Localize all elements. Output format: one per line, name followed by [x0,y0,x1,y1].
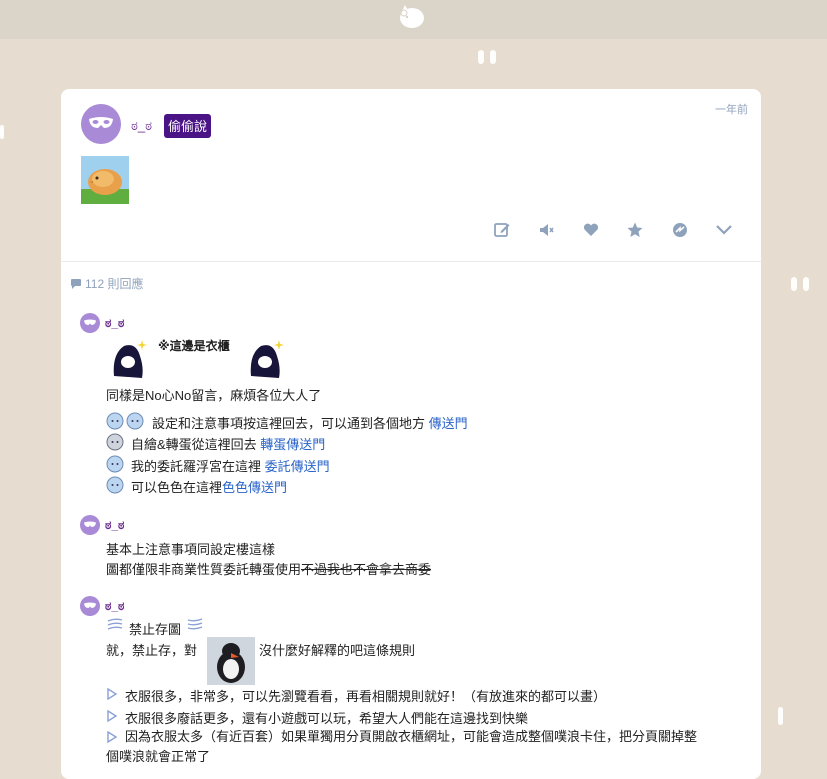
list-item: 個噗浪就會正常了 [106,749,211,764]
decoration [791,277,797,291]
list-item-text: 我的委託羅浮宮在這裡 [131,459,262,474]
mask-icon [84,521,96,527]
avatar[interactable] [81,104,121,144]
portal-link[interactable]: 傳送門 [429,416,468,431]
decoration [778,707,783,725]
reply-text: 同樣是No心No留言，麻煩各位大人了 [106,388,322,403]
reply-avatar[interactable] [80,596,100,616]
reply-author[interactable]: ಠ_ಠ [105,316,124,331]
mask-icon [84,602,96,608]
wind-lines-icon [107,618,123,630]
decoration [0,125,4,139]
chibi-face-icon [106,455,124,473]
status-badge: 偷偷說 [164,114,212,138]
list-item: 設定和注意事項按這裡回去，可以通到各個地方 傳送門 [152,413,468,432]
list-item-text: 自繪&轉蛋從這裡回去 [131,437,257,452]
cat-face-logo-icon[interactable] [396,3,426,29]
reply-text: 沒什麼好解釋的吧這條規則 [259,643,416,658]
penguin-sticker-icon [250,340,284,378]
post-card: ಠ_ಠ 偷偷說 一年前 112 則回應 ಠ_ಠ ※這邊是衣櫃 同樣是No心No留… [61,89,761,779]
penguin-photo-sticker [207,637,255,685]
edit-icon[interactable] [493,221,511,239]
chibi-face-icon [106,412,124,430]
reply-title: ※這邊是衣櫃 [158,339,230,353]
chibi-face-icon [126,412,144,430]
post-time[interactable]: 一年前 [715,101,748,117]
commission-portal-link[interactable]: 委託傳送門 [265,459,330,474]
nsfw-portal-link[interactable]: 色色傳送門 [222,480,287,495]
list-item: 衣服很多廢話更多，還有小遊戲可以玩，希望大人們能在這邊找到快樂 [125,711,529,726]
reply-text: 圖都僅限非商業性質委託轉蛋使用不過我也不會拿去商委 [106,559,431,578]
gacha-portal-link[interactable]: 轉蛋傳送門 [260,437,325,452]
chibi-face-icon [106,433,124,451]
comment-icon [71,279,81,289]
divider [61,261,761,262]
mute-icon[interactable] [537,221,555,239]
expand-icon[interactable] [715,221,733,239]
top-bar [0,0,827,39]
play-bullet-icon [107,731,118,743]
reply-text-plain: 圖都僅限非商業性質委託轉蛋使用 [106,562,302,577]
reply-author[interactable]: ಠ_ಠ [105,599,124,614]
like-icon[interactable] [582,221,600,239]
strikethrough-text: 不過我也不會拿去商委 [301,562,432,577]
mask-icon [89,117,113,128]
list-item-text: 可以色色在這裡 [131,480,223,495]
list-item: 因為衣服太多（有近百套）如果單獨用分頁開啟衣櫃網址，可能會造成整個噗浪卡住，把分… [125,729,698,744]
mask-icon [84,319,96,325]
favorite-icon[interactable] [626,221,644,239]
list-item: 衣服很多，非常多，可以先瀏覽看看，再看相關規則就好！（有放進來的都可以畫） [125,689,607,704]
post-actions [493,221,733,241]
reply-avatar[interactable] [80,515,100,535]
list-item: 自繪&轉蛋從這裡回去 轉蛋傳送門 [131,434,325,453]
decoration [803,277,809,291]
penguin-sticker-icon [113,340,147,378]
wind-lines-icon [187,618,203,630]
list-item: 可以色色在這裡色色傳送門 [131,477,287,496]
list-item-text: 設定和注意事項按這裡回去，可以通到各個地方 [152,416,426,431]
reply-avatar[interactable] [80,313,100,333]
reply-count-label: 112 則回應 [85,277,144,291]
post-author[interactable]: ಠ_ಠ [131,118,152,134]
play-bullet-icon [107,688,118,700]
chibi-face-icon [106,476,124,494]
share-icon[interactable] [671,221,689,239]
fluffy-chick-thumbnail[interactable] [81,156,129,204]
reply-text: 就，禁止存，對 [106,643,198,658]
list-item: 我的委託羅浮宮在這裡 委託傳送門 [131,456,330,475]
reply-author[interactable]: ಠ_ಠ [105,518,124,533]
decoration [490,50,496,64]
reply-text: 基本上注意事項同設定樓這樣 [106,542,276,557]
decoration [478,50,484,64]
play-bullet-icon [107,710,118,722]
reply-title: 禁止存圖 [129,622,182,637]
reply-count[interactable]: 112 則回應 [70,275,143,292]
